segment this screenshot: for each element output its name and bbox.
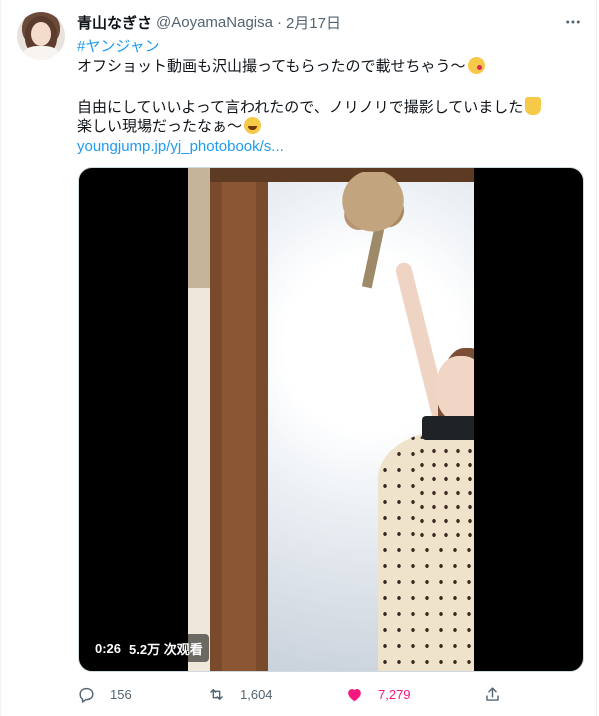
head — [436, 356, 474, 422]
tweet-line-2: 自由にしていいよって言われたので、ノリノリで撮影していました — [77, 99, 524, 116]
tweet-header: 青山なぎさ @AoyamaNagisa · 2月17日 — [77, 12, 341, 32]
dress-bodice — [416, 430, 474, 540]
share-button[interactable] — [483, 685, 502, 704]
grinning-squinting-emoji-icon — [244, 117, 262, 134]
retweet-icon — [210, 688, 223, 700]
tweet-text: #ヤンジャン オフショット動画も沢山撮ってもらったので載せちゃう〜 自由にしてい… — [77, 37, 577, 157]
tweet-card[interactable]: 青山なぎさ @AoyamaNagisa · 2月17日 #ヤンジャン オフショッ… — [0, 0, 597, 716]
dress-collar — [422, 416, 474, 440]
separator-dot: · — [276, 13, 282, 31]
reply-count: 156 — [110, 686, 132, 702]
video-duration: 0:26 — [95, 640, 122, 656]
tweet-line-1: オフショット動画も沢山撮ってもらったので載せちゃう〜 — [77, 58, 466, 75]
kissing-face-emoji-icon — [467, 57, 485, 74]
more-horizontal-icon — [566, 20, 580, 24]
reply-icon — [79, 687, 94, 703]
retweet-button[interactable]: 1,604 — [207, 685, 273, 704]
wall-lower — [188, 288, 210, 671]
retweet-count: 1,604 — [240, 686, 273, 702]
like-button[interactable]: 7,279 — [345, 685, 411, 704]
bouquet — [338, 172, 408, 268]
tweet-date[interactable]: 2月17日 — [286, 12, 341, 33]
hashtag-link[interactable]: #ヤンジャン — [77, 38, 160, 55]
display-name[interactable]: 青山なぎさ — [77, 12, 152, 33]
like-count: 7,279 — [378, 686, 411, 702]
reply-button[interactable]: 156 — [77, 685, 132, 704]
user-handle[interactable]: @AoyamaNagisa — [156, 14, 273, 31]
video-info-overlay: 0:26 5.2万 次观看 — [89, 634, 209, 662]
video-frame — [188, 168, 474, 671]
video-views: 5.2万 次观看 — [129, 641, 203, 657]
avatar[interactable] — [17, 12, 65, 60]
action-bar: 156 1,604 7,279 — [77, 682, 507, 706]
video-player[interactable]: 0:26 5.2万 次观看 — [78, 167, 584, 672]
tweet-line-3: 楽しい現場だったなぁ〜 — [77, 118, 243, 135]
victory-hand-emoji-icon — [525, 97, 542, 115]
heart-filled-icon — [348, 688, 361, 701]
window-frame-inner — [222, 168, 256, 671]
more-options-button[interactable] — [557, 10, 589, 34]
avatar-body — [23, 46, 59, 60]
external-link[interactable]: youngjump.jp/yj_photobook/s... — [77, 138, 284, 155]
avatar-face — [31, 22, 51, 46]
share-icon — [486, 686, 499, 701]
